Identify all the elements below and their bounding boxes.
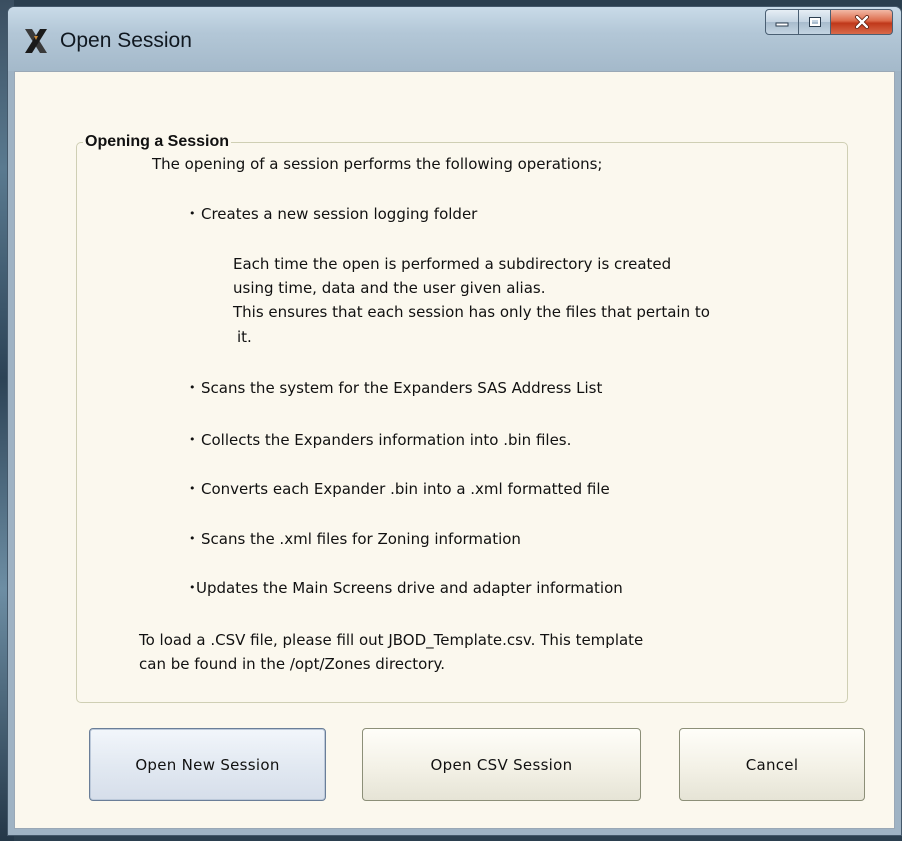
- csv-note-line: To load a .CSV file, please fill out JBO…: [139, 631, 644, 649]
- detail-line: This ensures that each session has only …: [233, 303, 710, 321]
- list-item-text: Collects the Expanders information into …: [201, 431, 572, 449]
- dialog-body: Opening a Session The opening of a sessi…: [14, 71, 895, 829]
- window-controls: [765, 9, 893, 39]
- open-csv-session-button[interactable]: Open CSV Session: [362, 728, 641, 801]
- maximize-button[interactable]: [799, 9, 831, 35]
- bullet-marker: •: [189, 433, 196, 446]
- csv-note-line: can be found in the /opt/Zones directory…: [139, 655, 446, 673]
- maximize-icon: [808, 17, 821, 27]
- minimize-icon: [775, 22, 789, 27]
- x-logo-icon: [25, 29, 47, 53]
- open-session-window: Open Session Opening a Session The openi…: [7, 6, 902, 836]
- window-title: Open Session: [60, 29, 192, 52]
- close-button[interactable]: [831, 9, 893, 35]
- open-new-session-button[interactable]: Open New Session: [89, 728, 326, 801]
- list-item-text: Converts each Expander .bin into a .xml …: [201, 480, 610, 498]
- title-bar[interactable]: Open Session: [8, 7, 901, 71]
- list-item-text: Updates the Main Screens drive and adapt…: [196, 579, 623, 597]
- detail-line: Each time the open is performed a subdir…: [233, 255, 672, 273]
- bullet-marker: •: [189, 581, 196, 594]
- minimize-button[interactable]: [765, 9, 799, 35]
- bullet-marker: •: [189, 381, 196, 394]
- detail-line: it.: [237, 328, 252, 346]
- bullet-marker: •: [189, 532, 196, 545]
- close-icon: [854, 15, 869, 29]
- detail-line: using time, data and the user given alia…: [233, 279, 546, 297]
- cancel-button[interactable]: Cancel: [679, 728, 865, 801]
- list-item-text: Scans the system for the Expanders SAS A…: [201, 379, 603, 397]
- list-item-text: Creates a new session logging folder: [201, 205, 478, 223]
- intro-text: The opening of a session performs the fo…: [152, 155, 603, 173]
- group-legend: Opening a Session: [85, 133, 230, 150]
- list-item-text: Scans the .xml files for Zoning informat…: [201, 530, 521, 548]
- bullet-marker: •: [189, 482, 196, 495]
- bullet-marker: •: [189, 207, 196, 220]
